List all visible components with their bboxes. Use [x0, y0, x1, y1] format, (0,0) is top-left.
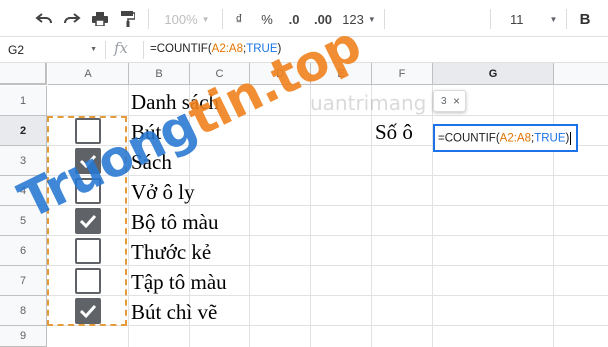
- row-header-8[interactable]: 8: [0, 296, 47, 326]
- zoom-select[interactable]: 100% ▼: [158, 8, 216, 30]
- toolbar-divider: [222, 9, 223, 29]
- toolbar-divider: [490, 9, 491, 29]
- formula-result-tooltip: 3 ×: [433, 90, 466, 112]
- tooltip-value: 3: [441, 96, 447, 107]
- font-size-select[interactable]: 11 ▼: [500, 8, 560, 30]
- gridline: [371, 85, 372, 347]
- row-header-2[interactable]: 2: [0, 116, 47, 146]
- gridline: [47, 235, 608, 236]
- logo-watermark: uantrimang: [310, 91, 427, 115]
- undo-icon[interactable]: [34, 8, 54, 30]
- toolbar-divider: [148, 9, 149, 29]
- decrease-decimal-label: .0: [288, 11, 300, 27]
- editor-prefix: =COUNTIF(: [438, 132, 500, 145]
- editor-bool: TRUE: [534, 132, 566, 145]
- bold-icon[interactable]: B: [576, 8, 594, 30]
- toolbar-divider: [384, 9, 385, 29]
- editor-suffix: ): [565, 132, 570, 145]
- column-header-b[interactable]: B: [129, 63, 190, 85]
- gridline: [47, 115, 608, 116]
- toolbar: 100% ▼ ₫ % .0 .00 123 ▼ 11 ▼ B: [0, 0, 608, 37]
- gridline: [47, 205, 608, 206]
- close-icon[interactable]: ×: [453, 94, 460, 108]
- currency-label: ₫: [235, 11, 243, 27]
- formula-divider: [143, 41, 144, 59]
- chevron-down-icon: ▼: [201, 14, 210, 24]
- column-header-a[interactable]: A: [48, 63, 129, 85]
- currency-format-button[interactable]: ₫: [230, 8, 248, 30]
- row-header-9[interactable]: 9: [0, 326, 47, 347]
- decrease-decimal-button[interactable]: .0: [284, 8, 304, 30]
- cell-b8[interactable]: Bút chì vẽ: [131, 300, 217, 325]
- column-header-f[interactable]: F: [372, 63, 433, 85]
- cell-b5[interactable]: Bộ tô màu: [131, 210, 219, 235]
- gridline: [310, 85, 311, 347]
- formula-prefix: =COUNTIF(: [150, 43, 212, 55]
- toolbar-divider: [566, 9, 567, 29]
- name-box-value: G2: [8, 43, 25, 57]
- fx-icon: fx: [114, 39, 129, 57]
- name-box[interactable]: G2 ▼: [0, 37, 105, 63]
- row-header-7[interactable]: 7: [0, 266, 47, 296]
- percent-format-button[interactable]: %: [258, 8, 276, 30]
- chevron-down-icon: ▼: [90, 46, 97, 53]
- chevron-down-icon: ▼: [367, 14, 376, 24]
- column-header-g[interactable]: G: [433, 63, 554, 85]
- text-cursor: [570, 132, 572, 145]
- row-header-1[interactable]: 1: [0, 86, 47, 116]
- cell-b4[interactable]: Vở ô ly: [131, 180, 195, 205]
- sheet-grid[interactable]: A B C D E F G 1 2 3 4 5 6 7 8 9 Danh sác…: [0, 15, 608, 347]
- zoom-value: 100%: [164, 11, 198, 27]
- cell-b7[interactable]: Tập tô màu: [131, 270, 227, 295]
- column-header-blank[interactable]: [554, 63, 608, 85]
- cell-g2-editor[interactable]: =COUNTIF(A2:A8;TRUE): [433, 124, 578, 152]
- row-header-6[interactable]: 6: [0, 236, 47, 266]
- font-size-value: 11: [510, 11, 524, 27]
- print-icon[interactable]: [90, 8, 110, 30]
- formula-divider: [105, 41, 106, 59]
- chevron-down-icon: ▼: [549, 14, 558, 24]
- percent-label: %: [261, 11, 273, 27]
- gridline: [47, 295, 608, 296]
- select-all-corner[interactable]: [0, 63, 47, 85]
- cell-f2[interactable]: Số ô: [375, 120, 413, 145]
- formula-input[interactable]: =COUNTIF(A2:A8;TRUE): [150, 43, 281, 55]
- editor-range: A2:A8: [499, 132, 531, 145]
- cell-b6[interactable]: Thước kẻ: [131, 240, 211, 265]
- gridline: [47, 265, 608, 266]
- formula-range: A2:A8: [211, 43, 243, 55]
- paint-format-icon[interactable]: [118, 8, 138, 30]
- gridline: [47, 325, 608, 326]
- redo-icon[interactable]: [62, 8, 82, 30]
